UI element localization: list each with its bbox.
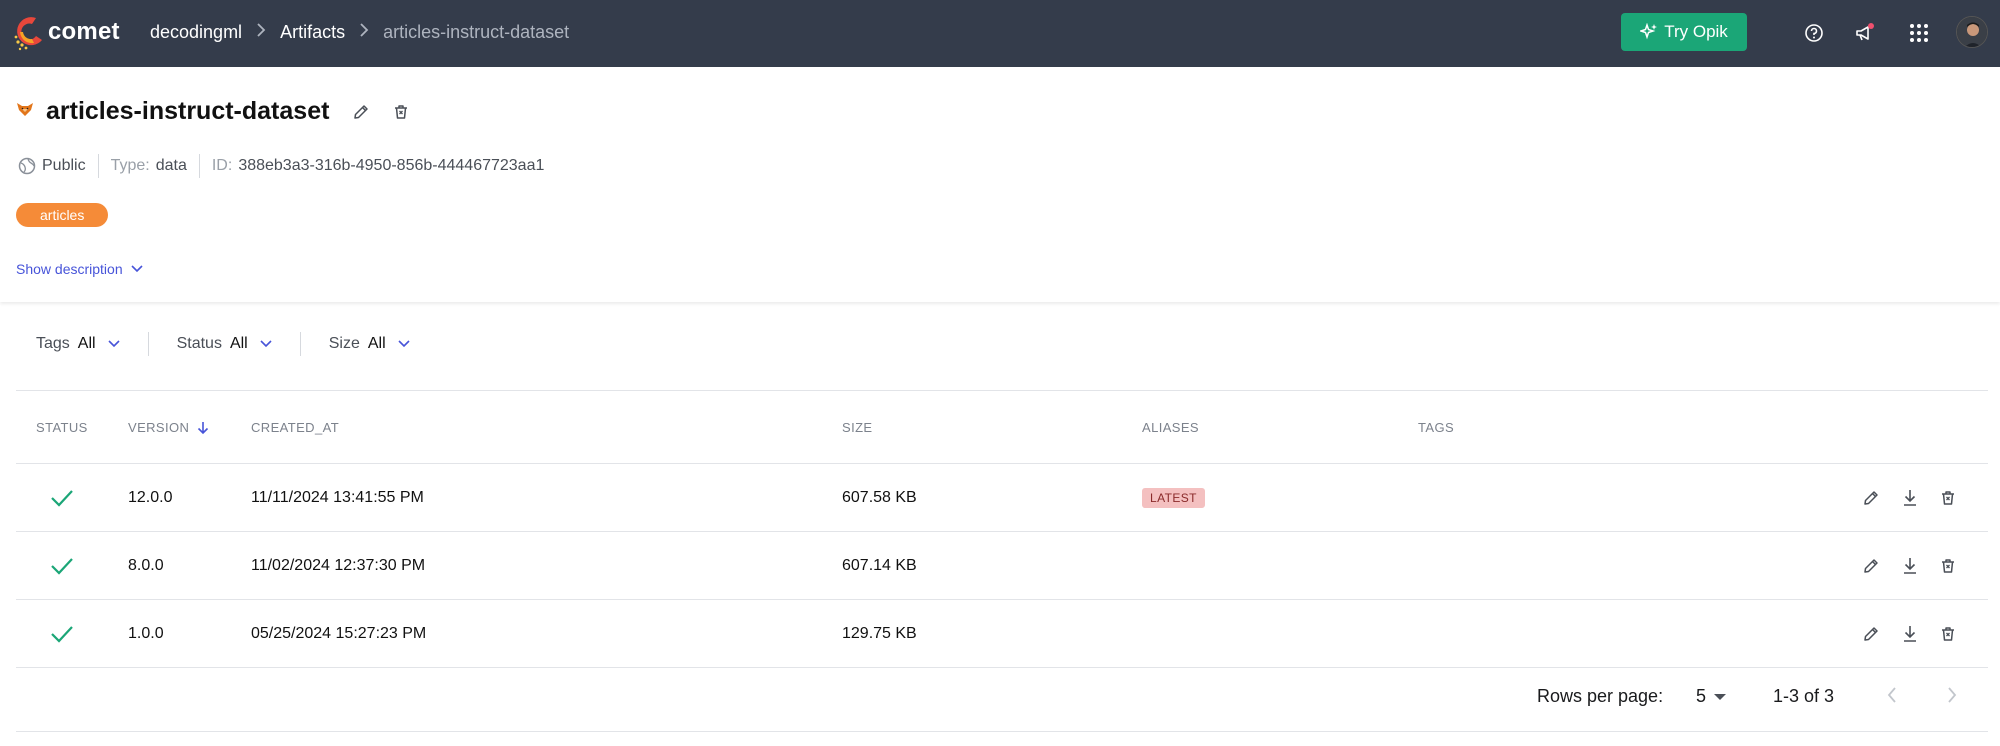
size-cell: 607.14 KB [842,557,917,574]
created-at-cell: 05/25/2024 15:27:23 PM [251,625,427,642]
delete-trash-icon[interactable] [391,102,411,122]
sparkle-icon [1640,23,1658,40]
edit-pencil-icon[interactable] [1859,554,1883,578]
filter-value: All [367,335,386,352]
filter-label: Tags [36,335,70,352]
top-nav-bar: comet decodingml Artifacts articles-inst… [0,0,2000,67]
table-row[interactable]: 8.0.0 11/02/2024 12:37:30 PM 607.14 KB [16,532,1988,600]
filter-label: Status [176,335,222,352]
logo-text: comet [48,18,120,45]
download-icon[interactable] [1898,622,1922,646]
chevron-right-icon [256,23,266,42]
rows-per-page-select[interactable]: 5 [1696,686,1727,707]
tag-articles[interactable]: articles [16,203,109,227]
comet-logo[interactable]: comet [12,12,120,52]
status-success-icon [50,464,74,532]
breadcrumb-artifacts[interactable]: Artifacts [280,22,345,43]
column-header-version[interactable]: VERSION [128,420,209,435]
column-header-tags[interactable]: TAGS [1418,420,1454,435]
apps-grid-icon[interactable] [1906,20,1932,46]
chevron-down-icon [131,265,143,273]
chevron-down-icon [398,340,410,348]
caret-down-icon [1714,693,1727,700]
version-cell[interactable]: 8.0.0 [128,532,164,600]
alias-badge: LATEST [1142,488,1205,508]
divider [147,332,149,356]
type-value: data [155,157,187,174]
created-at-cell: 11/11/2024 13:41:55 PM [251,489,424,506]
divider [97,154,99,178]
breadcrumb-current: articles-instruct-dataset [383,22,570,42]
breadcrumb: decodingml Artifacts articles-instruct-d… [150,22,569,43]
artifact-meta: Public Type: data ID: 388eb3a3-316b-4950… [18,154,544,178]
user-avatar[interactable] [1956,16,1988,48]
size-cell: 129.75 KB [842,625,917,642]
status-success-icon [50,532,74,600]
filter-size[interactable]: Size All [329,335,410,353]
visibility-label: Public [42,157,86,174]
show-description-label: Show description [16,261,123,277]
chevron-right-icon[interactable] [1946,686,1958,704]
filter-bar: Tags All Status All Size All [36,332,410,356]
try-opik-label: Try Opik [1664,22,1728,41]
try-opik-button[interactable]: Try Opik [1621,13,1747,51]
column-header-created-at[interactable]: CREATED_AT [251,420,339,435]
breadcrumb-workspace[interactable]: decodingml [150,22,242,43]
sort-arrow-down-icon [198,421,209,434]
id-label: ID: [211,157,233,174]
table-row[interactable]: 1.0.0 05/25/2024 15:27:23 PM 129.75 KB [16,600,1988,668]
created-at-cell: 11/02/2024 12:37:30 PM [251,557,426,574]
id-value: 388eb3a3-316b-4950-856b-444467723aa1 [238,157,545,174]
table-row[interactable]: 12.0.0 11/11/2024 13:41:55 PM 607.58 KB … [16,464,1988,532]
column-header-size[interactable]: SIZE [842,420,873,435]
version-cell[interactable]: 1.0.0 [128,600,164,668]
rows-per-page-label: Rows per page: [1537,686,1664,706]
column-header-aliases[interactable]: ALIASES [1142,420,1199,435]
filter-value: All [77,335,96,352]
title-row: articles-instruct-dataset [16,97,411,126]
globe-icon [18,157,36,175]
filter-value: All [229,335,248,352]
chevron-down-icon [260,340,272,348]
filter-tags[interactable]: Tags All [36,335,120,353]
type-label: Type: [110,157,150,174]
version-cell[interactable]: 12.0.0 [128,464,172,532]
page-title: articles-instruct-dataset [46,97,330,125]
edit-pencil-icon[interactable] [1859,486,1883,510]
show-description-toggle[interactable]: Show description [16,261,143,277]
delete-trash-icon[interactable] [1936,486,1960,510]
divider [299,332,301,356]
filter-status[interactable]: Status All [177,335,272,353]
download-icon[interactable] [1898,486,1922,510]
status-success-icon [50,600,74,668]
column-header-status[interactable]: STATUS [36,420,88,435]
aliases-cell: LATEST [1142,464,1205,532]
column-header-label: VERSION [128,420,190,435]
divider [16,390,1988,391]
comet-logo-icon [14,17,42,51]
divider [16,731,1988,732]
divider [198,154,200,178]
chevron-down-icon [108,340,120,348]
rows-per-page-value: 5 [1696,686,1707,706]
artifact-header: articles-instruct-dataset Public Type: d… [0,67,2000,302]
edit-pencil-icon[interactable] [1859,622,1883,646]
help-icon[interactable] [1801,20,1827,46]
pagination-range: 1-3 of 3 [1773,686,1835,706]
delete-trash-icon[interactable] [1936,622,1960,646]
filter-label: Size [328,335,360,352]
edit-pencil-icon[interactable] [351,102,371,122]
download-icon[interactable] [1898,554,1922,578]
size-cell: 607.58 KB [842,489,917,506]
artifact-fox-icon [16,100,34,123]
announcement-icon[interactable] [1852,20,1878,46]
chevron-left-icon[interactable] [1886,686,1898,704]
chevron-right-icon [359,23,369,42]
delete-trash-icon[interactable] [1936,554,1960,578]
